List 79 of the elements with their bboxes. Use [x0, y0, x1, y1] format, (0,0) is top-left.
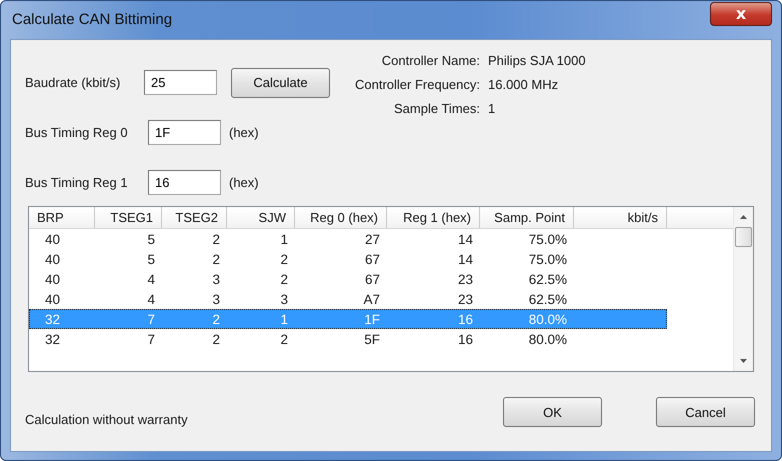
table-row[interactable]: 40 4 3 2 67 23 62.5% [29, 269, 667, 289]
table-cell-text: 40 [44, 272, 62, 286]
disclaimer-text: Calculation without warranty [25, 412, 188, 427]
column-header[interactable]: Samp. Point [480, 207, 574, 228]
column-header[interactable]: BRP [29, 207, 95, 228]
table-cell-text: 75.0% [528, 252, 568, 266]
unit-label: (hex) [229, 175, 259, 190]
column-header[interactable]: Reg 1 (hex) [387, 207, 480, 228]
table-cell-text: 5 [146, 252, 156, 266]
field-label: Bus Timing Reg 1 [25, 175, 129, 190]
table-cell-text: 14 [456, 252, 474, 266]
table-cell-text: 40 [44, 232, 62, 246]
table-cell-text: 2 [211, 232, 221, 246]
table-cell-text: 2 [279, 252, 289, 266]
table-cell-text: 14 [456, 232, 474, 246]
column-header[interactable]: TSEG2 [162, 207, 227, 228]
info-value: 16.000 MHz [488, 77, 560, 92]
table-cell-text: 62.5% [528, 272, 568, 286]
info-label: Sample Times: [393, 101, 480, 116]
table-cell-text: 32 [44, 312, 62, 326]
table-cell-text: 4 [146, 292, 156, 306]
input-field[interactable]: 1F [148, 120, 221, 145]
table-cell-text: 2 [279, 272, 289, 286]
scrollbar[interactable] [733, 207, 753, 371]
info-value: 1 [488, 101, 496, 116]
table-cell-text: 1 [279, 312, 289, 326]
table-cell-text: 23 [456, 272, 474, 286]
calculate-button[interactable]: Calculate [231, 68, 330, 98]
table-cell-text: 2 [211, 252, 221, 266]
unit-label: (hex) [229, 125, 259, 140]
input-field[interactable]: 16 [148, 170, 221, 195]
table-cell-text: 2 [211, 312, 221, 326]
table-row[interactable]: 32 7 2 2 5F 16 80.0% [29, 329, 667, 349]
table-cell-text: 3 [211, 292, 221, 306]
dialog-button[interactable]: OK [503, 397, 602, 427]
table-cell-text: 62.5% [528, 292, 568, 306]
column-header[interactable]: TSEG1 [95, 207, 162, 228]
dialog-button[interactable]: Cancel [656, 397, 755, 427]
table-cell-text: 3 [279, 292, 289, 306]
field-label: Baudrate (kbit/s) [25, 75, 122, 90]
table-cell-text: 40 [44, 292, 62, 306]
table-cell-text: 3 [211, 272, 221, 286]
scroll-down-icon[interactable] [740, 359, 747, 363]
table-cell-text: 80.0% [528, 312, 568, 326]
table-cell-text: 2 [211, 332, 221, 346]
table-cell-text: 16 [456, 332, 474, 346]
table-row[interactable]: 40 5 2 1 27 14 75.0% [29, 229, 667, 249]
input-field[interactable]: 25 [144, 70, 217, 95]
table-cell-text: 7 [146, 312, 156, 326]
table-cell-text: 16 [456, 312, 474, 326]
table-cell-text: 4 [146, 272, 156, 286]
scroll-thumb[interactable] [735, 227, 752, 247]
close-button[interactable]: x [710, 2, 772, 26]
column-header[interactable]: Reg 0 (hex) [295, 207, 387, 228]
table-cell-text: 27 [364, 232, 381, 246]
table-cell-text: 75.0% [528, 232, 568, 246]
table-cell-text: 40 [44, 252, 62, 266]
table-cell-text: 23 [456, 292, 474, 306]
table-cell-text: 5 [146, 232, 156, 246]
field-label: Bus Timing Reg 0 [25, 125, 129, 140]
info-value: Philips SJA 1000 [488, 53, 586, 68]
table-cell-text: 67 [364, 272, 381, 286]
table-cell-text: 1F [363, 312, 381, 326]
table-cell-text: 5F [363, 332, 381, 346]
column-header[interactable]: SJW [227, 207, 295, 228]
window-title: Calculate CAN Bittiming [11, 10, 172, 28]
table-cell-text: 80.0% [528, 332, 568, 346]
table-cell-text: 7 [146, 332, 156, 346]
table-row[interactable]: 40 5 2 2 67 14 75.0% [29, 249, 667, 269]
table-cell-text: 1 [279, 232, 289, 246]
table-cell-text: 2 [279, 332, 289, 346]
table-cell-text: A7 [362, 292, 381, 306]
info-label: Controller Name: [380, 53, 480, 68]
table-cell-text: 67 [364, 252, 381, 266]
scroll-up-icon[interactable] [740, 215, 747, 219]
column-header[interactable]: kbit/s [574, 207, 667, 228]
table-cell-text: 32 [44, 332, 62, 346]
info-label: Controller Frequency: [355, 77, 480, 92]
table-row[interactable]: 40 4 3 3 A7 23 62.5% [29, 289, 667, 309]
